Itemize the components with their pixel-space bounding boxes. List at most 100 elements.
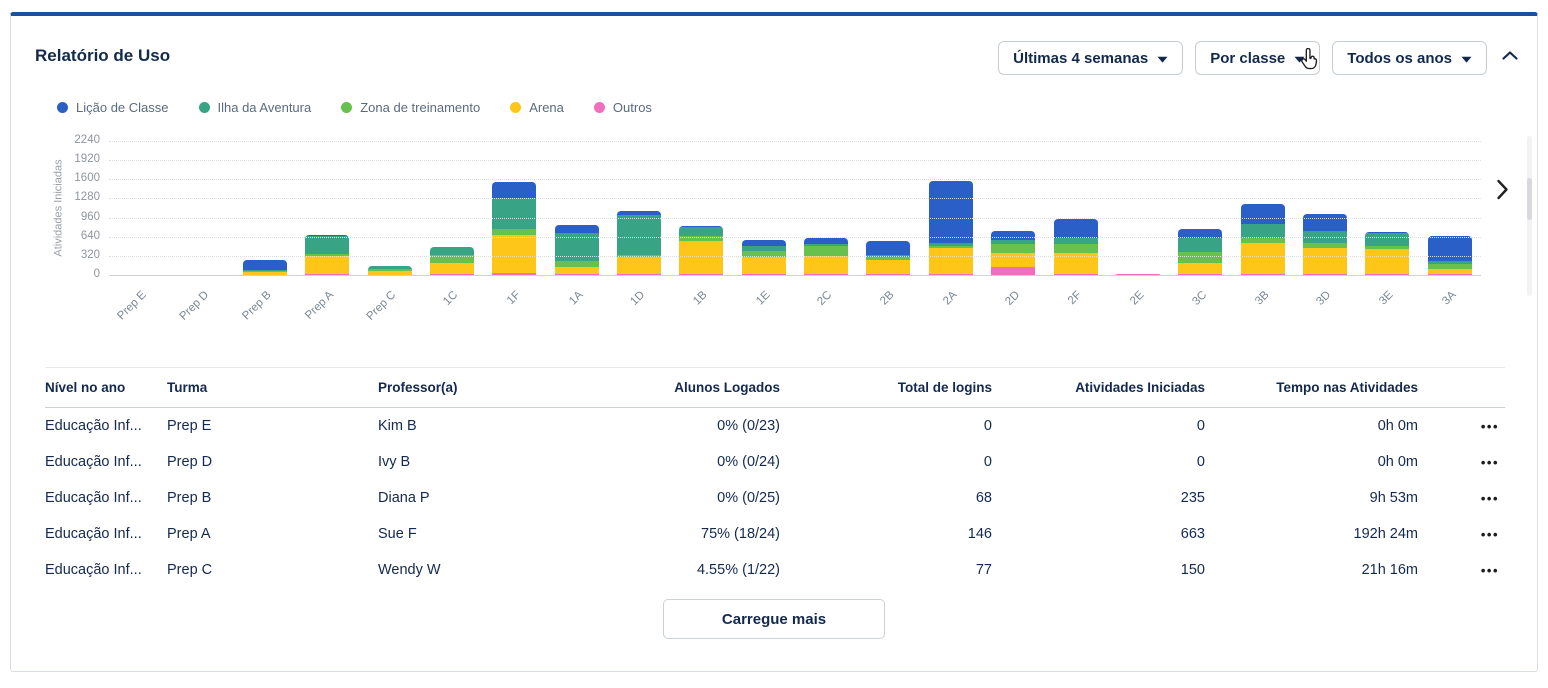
cell-nivel: Educação Inf... bbox=[45, 490, 167, 506]
bar-segment bbox=[1054, 219, 1098, 238]
legend-label: Outros bbox=[613, 100, 652, 115]
bar-segment bbox=[1365, 249, 1409, 274]
usage-report-card: Relatório de Uso Últimas 4 semanas Por c… bbox=[10, 12, 1538, 672]
legend-dot-icon bbox=[510, 102, 521, 113]
bar-3B[interactable] bbox=[1241, 204, 1285, 275]
bar-1B[interactable] bbox=[679, 226, 723, 275]
chart-scrollbar[interactable] bbox=[1527, 136, 1532, 296]
group-by-dropdown[interactable]: Por classe bbox=[1195, 41, 1320, 75]
bar-3E[interactable] bbox=[1365, 232, 1409, 275]
bar-segment bbox=[243, 260, 287, 270]
bar-segment bbox=[991, 231, 1035, 241]
chevron-down-icon bbox=[1461, 50, 1472, 67]
row-actions-ellipsis-icon[interactable]: ••• bbox=[1418, 491, 1505, 506]
group-by-dropdown-label: Por classe bbox=[1210, 50, 1285, 67]
x-axis-label: Prep E bbox=[109, 279, 171, 339]
bar-1F[interactable] bbox=[492, 182, 536, 275]
cell-alunos_logados: 75% (18/24) bbox=[645, 526, 780, 542]
column-header-atividades_iniciadas: Atividades Iniciadas bbox=[992, 380, 1205, 395]
bar-segment bbox=[617, 215, 661, 256]
period-dropdown-label: Últimas 4 semanas bbox=[1013, 50, 1148, 67]
x-axis-label: 3D bbox=[1294, 279, 1356, 339]
cell-atividades_iniciadas: 0 bbox=[992, 454, 1205, 470]
row-actions-ellipsis-icon[interactable]: ••• bbox=[1418, 419, 1505, 434]
bar-Prep B[interactable] bbox=[243, 260, 287, 275]
bar-1E[interactable] bbox=[742, 240, 786, 275]
legend-dot-icon bbox=[341, 102, 352, 113]
bar-2A[interactable] bbox=[929, 181, 973, 275]
cell-turma: Prep C bbox=[167, 562, 378, 578]
chart-plot bbox=[109, 141, 1481, 275]
table-body: Educação Inf...Prep EKim B0% (0/23)000h … bbox=[45, 408, 1505, 588]
bar-Prep C[interactable] bbox=[368, 266, 412, 275]
y-tick-label: 1280 bbox=[74, 191, 100, 203]
legend-item: Outros bbox=[594, 100, 652, 115]
cell-total_logins: 0 bbox=[780, 454, 992, 470]
bar-1C[interactable] bbox=[430, 247, 474, 276]
cell-total_logins: 0 bbox=[780, 418, 992, 434]
filter-bar: Últimas 4 semanas Por classe Todos os an… bbox=[998, 41, 1487, 75]
bar-segment bbox=[1054, 238, 1098, 245]
x-axis-label: Prep C bbox=[358, 279, 420, 339]
y-tick-label: 1920 bbox=[74, 153, 100, 165]
bar-segment bbox=[555, 225, 599, 233]
x-axis-label: 3A bbox=[1419, 279, 1481, 339]
gridline bbox=[109, 237, 1481, 238]
scrollbar-thumb[interactable] bbox=[1527, 178, 1532, 220]
legend-item: Ilha da Aventura bbox=[199, 100, 312, 115]
cell-turma: Prep D bbox=[167, 454, 378, 470]
bar-3C[interactable] bbox=[1178, 229, 1222, 275]
bar-3D[interactable] bbox=[1303, 214, 1347, 275]
chart-next-button[interactable] bbox=[1496, 179, 1509, 203]
bar-segment bbox=[929, 248, 973, 274]
table-row: Educação Inf...Prep ASue F75% (18/24)146… bbox=[45, 516, 1505, 552]
bar-2B[interactable] bbox=[866, 241, 910, 275]
cell-total_logins: 68 bbox=[780, 490, 992, 506]
y-tick-label: 320 bbox=[81, 249, 100, 261]
x-axis-label: 3C bbox=[1169, 279, 1231, 339]
row-actions-ellipsis-icon[interactable]: ••• bbox=[1418, 527, 1505, 542]
bar-segment bbox=[866, 260, 910, 274]
usage-report-page: Relatório de Uso Últimas 4 semanas Por c… bbox=[0, 0, 1548, 688]
x-axis-label: 1C bbox=[421, 279, 483, 339]
cell-tempo: 0h 0m bbox=[1205, 418, 1418, 434]
x-axis-label: Prep D bbox=[171, 279, 233, 339]
bar-segment bbox=[1428, 236, 1472, 261]
legend-label: Ilha da Aventura bbox=[218, 100, 312, 115]
bar-2F[interactable] bbox=[1054, 219, 1098, 275]
bar-1A[interactable] bbox=[555, 225, 599, 275]
chart-legend: Lição de ClasseIlha da AventuraZona de t… bbox=[57, 100, 652, 115]
bar-segment bbox=[492, 235, 536, 273]
x-axis-label: 2E bbox=[1107, 279, 1169, 339]
collapse-panel-button[interactable] bbox=[1501, 49, 1519, 64]
y-tick-label: 2240 bbox=[74, 134, 100, 146]
row-actions-ellipsis-icon[interactable]: ••• bbox=[1418, 455, 1505, 470]
bar-1D[interactable] bbox=[617, 211, 661, 275]
cell-turma: Prep E bbox=[167, 418, 378, 434]
period-dropdown[interactable]: Últimas 4 semanas bbox=[998, 41, 1183, 75]
bar-segment bbox=[305, 256, 349, 274]
x-axis-label: 2C bbox=[795, 279, 857, 339]
gridline bbox=[109, 160, 1481, 161]
chevron-right-icon bbox=[1496, 188, 1509, 203]
table-row: Educação Inf...Prep BDiana P0% (0/25)682… bbox=[45, 480, 1505, 516]
legend-item: Zona de treinamento bbox=[341, 100, 480, 115]
x-axis-label: Prep A bbox=[296, 279, 358, 339]
row-actions-ellipsis-icon[interactable]: ••• bbox=[1418, 563, 1505, 578]
bar-segment bbox=[742, 257, 786, 274]
year-dropdown[interactable]: Todos os anos bbox=[1332, 41, 1487, 75]
cell-atividades_iniciadas: 150 bbox=[992, 562, 1205, 578]
cell-nivel: Educação Inf... bbox=[45, 418, 167, 434]
cell-professor: Diana P bbox=[378, 490, 645, 506]
bar-segment bbox=[679, 227, 723, 235]
x-axis-label: 2A bbox=[920, 279, 982, 339]
bar-segment bbox=[1054, 244, 1098, 253]
table-row: Educação Inf...Prep CWendy W4.55% (1/22)… bbox=[45, 552, 1505, 588]
x-axis-label: Prep B bbox=[234, 279, 296, 339]
cell-professor: Sue F bbox=[378, 526, 645, 542]
bar-segment bbox=[492, 198, 536, 230]
cell-nivel: Educação Inf... bbox=[45, 562, 167, 578]
load-more-button[interactable]: Carregue mais bbox=[663, 599, 885, 639]
x-axis-labels: Prep EPrep DPrep BPrep APrep C1C1F1A1D1B… bbox=[109, 279, 1481, 339]
gridline bbox=[109, 141, 1481, 142]
